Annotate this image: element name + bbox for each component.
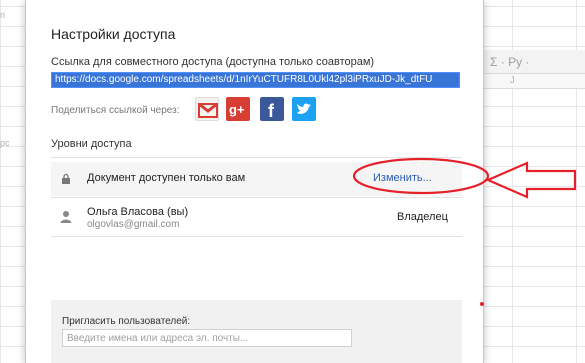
arrow-annotation [485,161,577,199]
annotation-overlay [352,157,577,199]
annotation-dot [480,302,484,306]
highlight-ellipse [352,157,490,195]
